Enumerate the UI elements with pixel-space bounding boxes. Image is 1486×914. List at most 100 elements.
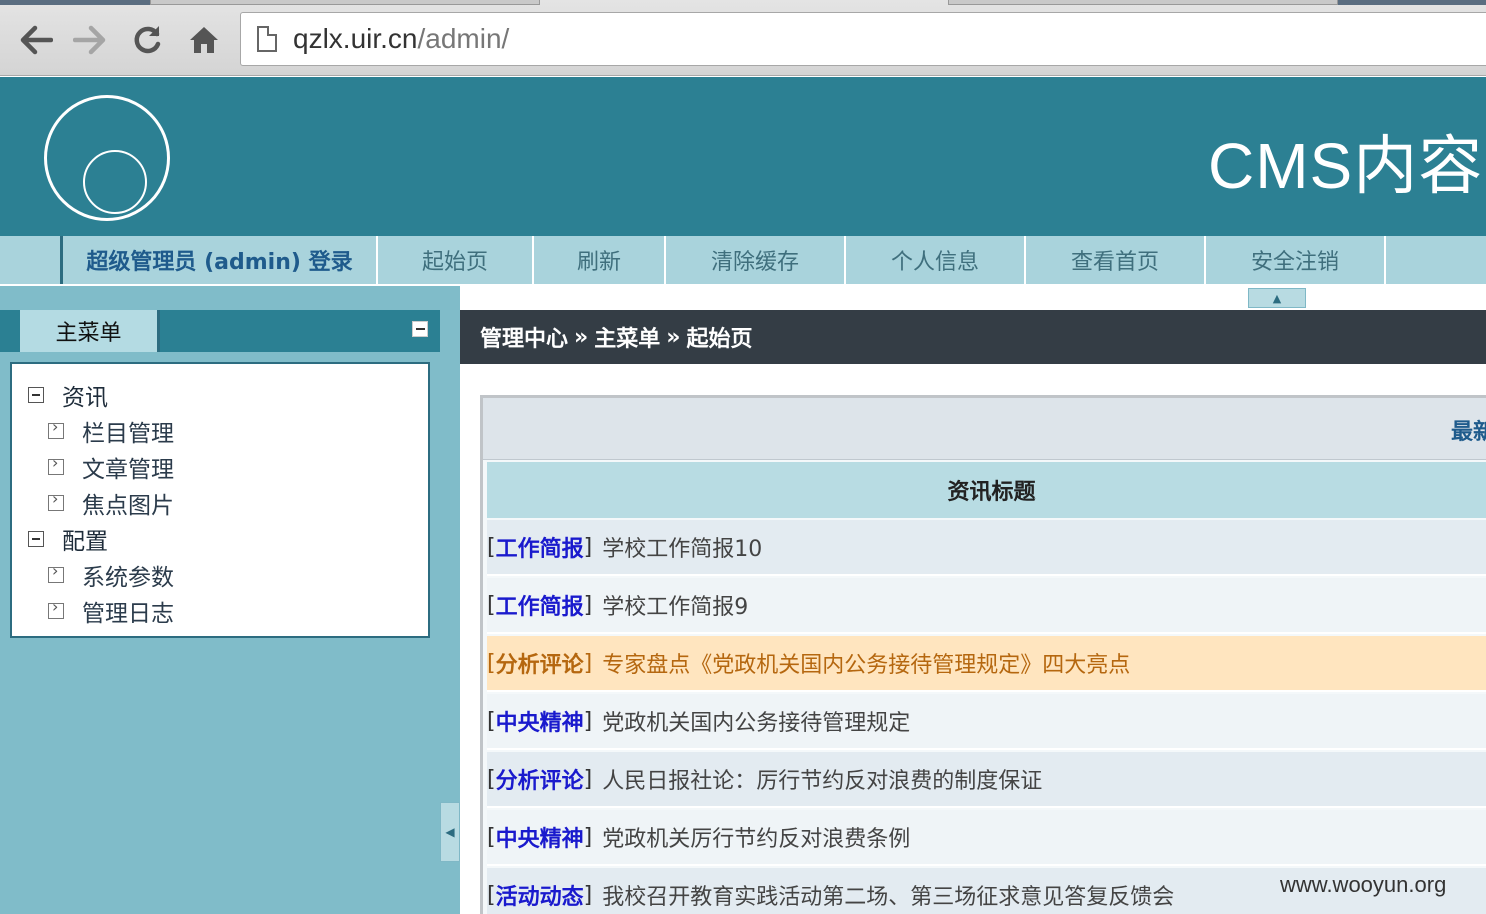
breadcrumb-item[interactable]: 主菜单 <box>594 321 660 353</box>
address-bar[interactable]: qzlx.uir.cn/admin/ <box>240 12 1486 66</box>
browser-tab[interactable] <box>948 0 1338 5</box>
top-toolbar: 超级管理员 (admin) 登录 起始页 刷新 清除缓存 个人信息 查看首页 安… <box>0 236 1486 286</box>
watermark: www.wooyun.org <box>1280 872 1447 897</box>
home-icon <box>190 27 218 53</box>
breadcrumb-separator: » <box>574 324 589 350</box>
banner-title: CMS内容 <box>1208 130 1484 202</box>
tree-item-label: 栏目管理 <box>82 421 174 447</box>
toolbar-clear-cache[interactable]: 清除缓存 <box>666 236 846 284</box>
news-category-link[interactable]: 分析评论 <box>496 647 584 679</box>
bracket: ] <box>583 650 593 676</box>
leaf-node-icon <box>48 597 64 619</box>
menu-tree: 资讯 栏目管理 文章管理 焦点图片 配置 系统参数 管理日志 <box>10 362 430 638</box>
forward-button[interactable] <box>70 20 110 60</box>
toolbar-logout[interactable]: 安全注销 <box>1206 236 1386 284</box>
tree-group-label: 配置 <box>62 529 108 555</box>
news-category-link[interactable]: 中央精神 <box>496 821 584 853</box>
toolbar-lead <box>0 236 60 284</box>
news-row[interactable]: [工作简报] 学校工作简报10 <box>487 520 1486 576</box>
news-title-link[interactable]: 党政机关国内公务接待管理规定 <box>602 705 910 737</box>
collapse-menu-icon[interactable] <box>412 321 428 337</box>
back-button[interactable] <box>16 20 56 60</box>
news-row[interactable]: [工作简报] 学校工作简报9 <box>487 578 1486 634</box>
tab-strip <box>0 0 1486 6</box>
bracket: [ <box>487 882 496 908</box>
bracket: ] <box>583 534 593 560</box>
news-category-link[interactable]: 分析评论 <box>496 763 584 795</box>
collapse-sidebar-button[interactable]: ◀ <box>440 802 460 862</box>
toolbar-start-page[interactable]: 起始页 <box>378 236 534 284</box>
browser-tab[interactable] <box>150 0 540 5</box>
url-host: qzlx.uir.cn <box>293 23 418 54</box>
collapse-node-icon[interactable] <box>28 531 44 547</box>
leaf-node-icon <box>48 489 64 511</box>
tree-group-config[interactable]: 配置 <box>28 522 108 556</box>
bracket: ] <box>583 882 593 908</box>
collapse-node-icon[interactable] <box>28 387 44 403</box>
bracket: [ <box>487 708 496 734</box>
news-title-link[interactable]: 专家盘点《党政机关国内公务接待管理规定》四大亮点 <box>602 647 1130 679</box>
browser-tab[interactable] <box>1338 0 1486 5</box>
news-row[interactable]: [分析评论] 人民日报社论：厉行节约反对浪费的制度保证 <box>487 752 1486 808</box>
news-category-link[interactable]: 中央精神 <box>496 705 584 737</box>
url-text[interactable]: qzlx.uir.cn/admin/ <box>293 23 509 55</box>
bracket: [ <box>487 766 496 792</box>
logo-icon <box>44 95 170 221</box>
column-header-title: 资讯标题 <box>487 462 1486 518</box>
chevron-up-icon: ▲ <box>1272 291 1282 305</box>
cms-banner: CMS内容 <box>0 77 1486 236</box>
news-row[interactable]: [中央精神] 党政机关国内公务接待管理规定 <box>487 694 1486 750</box>
tree-group-news[interactable]: 资讯 <box>28 378 108 412</box>
reload-button[interactable] <box>127 20 167 60</box>
news-row[interactable]: [中央精神] 党政机关厉行节约反对浪费条例 <box>487 810 1486 866</box>
news-title-link[interactable]: 党政机关厉行节约反对浪费条例 <box>602 821 910 853</box>
leaf-node-icon <box>48 561 64 583</box>
chevron-left-icon: ◀ <box>445 825 455 839</box>
news-category-link[interactable]: 活动动态 <box>496 879 584 911</box>
news-title-link[interactable]: 学校工作简报10 <box>602 531 762 563</box>
browser-chrome: qzlx.uir.cn/admin/ <box>0 0 1486 76</box>
toolbar-refresh[interactable]: 刷新 <box>534 236 666 284</box>
tree-item-label: 焦点图片 <box>82 493 174 519</box>
browser-tab[interactable] <box>0 0 150 5</box>
news-title-link[interactable]: 我校召开教育实践活动第二场、第三场征求意见答复反馈会 <box>602 879 1174 911</box>
bracket: ] <box>583 824 593 850</box>
panel-header-title: 最新 <box>1451 420 1486 445</box>
panel-header: 最新 <box>483 398 1486 460</box>
toolbar-view-home[interactable]: 查看首页 <box>1026 236 1206 284</box>
tree-item-column-manage[interactable]: 栏目管理 <box>48 414 174 448</box>
news-title-link[interactable]: 人民日报社论：厉行节约反对浪费的制度保证 <box>602 763 1042 795</box>
reload-icon <box>134 26 161 54</box>
tree-item-system-params[interactable]: 系统参数 <box>48 558 174 592</box>
news-row[interactable]: [分析评论] 专家盘点《党政机关国内公务接待管理规定》四大亮点 <box>487 636 1486 692</box>
toolbar-profile[interactable]: 个人信息 <box>846 236 1026 284</box>
current-user-label: 超级管理员 (admin) 登录 <box>60 236 378 284</box>
tree-item-admin-log[interactable]: 管理日志 <box>48 594 174 628</box>
url-path: /admin/ <box>417 23 510 54</box>
tree-group-label: 资讯 <box>62 385 108 411</box>
news-title-link[interactable]: 学校工作简报9 <box>602 589 748 621</box>
bracket: ] <box>583 708 593 734</box>
bracket: [ <box>487 824 496 850</box>
bracket: [ <box>487 592 496 618</box>
tree-item-focus-images[interactable]: 焦点图片 <box>48 486 174 520</box>
logo-inner-circle <box>83 150 147 214</box>
breadcrumb: 管理中心 » 主菜单 » 起始页 <box>460 310 1486 364</box>
collapse-header-button[interactable]: ▲ <box>1248 288 1306 308</box>
forward-arrow-icon <box>73 25 106 55</box>
breadcrumb-separator: » <box>666 324 681 350</box>
tree-item-article-manage[interactable]: 文章管理 <box>48 450 174 484</box>
bracket: [ <box>487 534 496 560</box>
bracket: ] <box>583 592 593 618</box>
sidebar-title[interactable]: 主菜单 <box>20 310 160 352</box>
sidebar-header: 主菜单 <box>0 310 440 352</box>
news-category-link[interactable]: 工作简报 <box>496 531 584 563</box>
latest-news-panel: 最新 资讯标题 [工作简报] 学校工作简报10[工作简报] 学校工作简报9[分析评论… <box>480 395 1486 914</box>
leaf-node-icon <box>48 417 64 439</box>
home-button[interactable] <box>184 20 224 60</box>
breadcrumb-item[interactable]: 管理中心 <box>480 321 568 353</box>
back-arrow-icon <box>20 25 53 55</box>
news-category-link[interactable]: 工作简报 <box>496 589 584 621</box>
bracket: [ <box>487 650 496 676</box>
tree-item-label: 系统参数 <box>82 565 174 591</box>
